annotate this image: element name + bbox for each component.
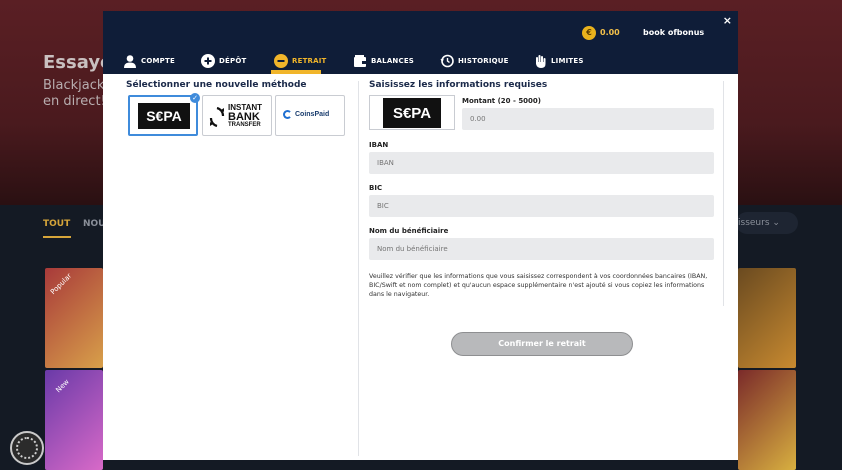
- modal-header: × € 0.00 book ofbonus COMPTE DÉPÔT RETRA…: [103, 11, 738, 74]
- column-divider: [358, 81, 359, 456]
- coinspaid-label: CoinsPaid: [295, 111, 330, 118]
- tab-deposit[interactable]: DÉPÔT: [201, 54, 246, 68]
- user-icon: [124, 55, 136, 68]
- game-tile[interactable]: [45, 268, 103, 368]
- bic-label: BIC: [369, 184, 383, 192]
- confirm-withdraw-button[interactable]: Confirmer le retrait: [451, 332, 633, 356]
- minus-circle-icon: [274, 54, 288, 68]
- tab-history[interactable]: HISTORIQUE: [440, 54, 509, 68]
- ibt-line-2: BANK: [228, 111, 260, 123]
- iban-label: IBAN: [369, 141, 389, 149]
- selected-method-card: S€PA: [369, 95, 455, 130]
- game-tile[interactable]: [738, 370, 796, 470]
- tab-balances[interactable]: BALANCES: [353, 54, 414, 68]
- form-title: Saisissez les informations requises: [369, 80, 548, 90]
- withdraw-modal: × € 0.00 book ofbonus COMPTE DÉPÔT RETRA…: [103, 11, 738, 460]
- hand-icon: [536, 55, 546, 68]
- sepa-logo: S€PA: [383, 98, 441, 128]
- scrollbar-track[interactable]: [723, 81, 724, 306]
- beneficiary-label: Nom du bénéficiaire: [369, 227, 449, 235]
- history-icon: [440, 54, 454, 68]
- tab-deposit-label: DÉPÔT: [219, 57, 247, 65]
- balance-value: 0.00: [600, 28, 620, 37]
- hero-title: Essaye: [43, 52, 113, 73]
- tab-limits-label: LIMITES: [551, 57, 584, 65]
- tab-balances-label: BALANCES: [371, 57, 415, 65]
- tab-account[interactable]: COMPTE: [123, 54, 175, 68]
- amount-input[interactable]: [462, 108, 714, 130]
- tab-history-label: HISTORIQUE: [458, 57, 509, 65]
- tab-limits[interactable]: LIMITES: [533, 54, 584, 68]
- method-coinspaid[interactable]: CoinsPaid: [275, 95, 345, 136]
- method-instant-bank-transfer[interactable]: INSTANT BANK TRANSFER: [202, 95, 272, 136]
- game-tile[interactable]: [45, 370, 103, 470]
- iban-input[interactable]: [369, 152, 714, 174]
- tab-account-label: COMPTE: [141, 57, 175, 65]
- transfer-arrows-icon: [209, 106, 225, 127]
- plus-circle-icon: [201, 54, 215, 68]
- coin-icon: €: [582, 26, 596, 40]
- amount-label: Montant (20 - 5000): [462, 97, 541, 105]
- site-logo[interactable]: [10, 431, 44, 465]
- active-tab-indicator: [271, 70, 321, 74]
- providers-dropdown[interactable]: isseurs ⌄: [736, 212, 798, 234]
- tab-all[interactable]: TOUT: [43, 219, 70, 229]
- bonus-label[interactable]: book ofbonus: [643, 28, 704, 37]
- ibt-line-3: TRANSFER: [228, 122, 261, 128]
- tab-withdraw-label: RETRAIT: [292, 57, 327, 65]
- check-icon: ✓: [190, 93, 200, 103]
- coinspaid-logo-icon: [283, 110, 292, 119]
- bank-details-notice: Veuillez vérifier que les informations q…: [369, 273, 708, 298]
- tab-all-underline: [43, 236, 71, 238]
- wallet-icon: [354, 55, 366, 67]
- providers-label: isseurs: [738, 218, 770, 228]
- game-tile[interactable]: [738, 268, 796, 368]
- methods-title: Sélectionner une nouvelle méthode: [126, 80, 307, 90]
- bic-input[interactable]: [369, 195, 714, 217]
- tab-withdraw[interactable]: RETRAIT: [274, 54, 327, 68]
- method-sepa[interactable]: S€PA ✓: [128, 93, 200, 136]
- beneficiary-input[interactable]: [369, 238, 714, 260]
- close-icon[interactable]: ×: [723, 14, 732, 27]
- chevron-down-icon: ⌄: [772, 218, 780, 228]
- sepa-logo: S€PA: [138, 103, 190, 129]
